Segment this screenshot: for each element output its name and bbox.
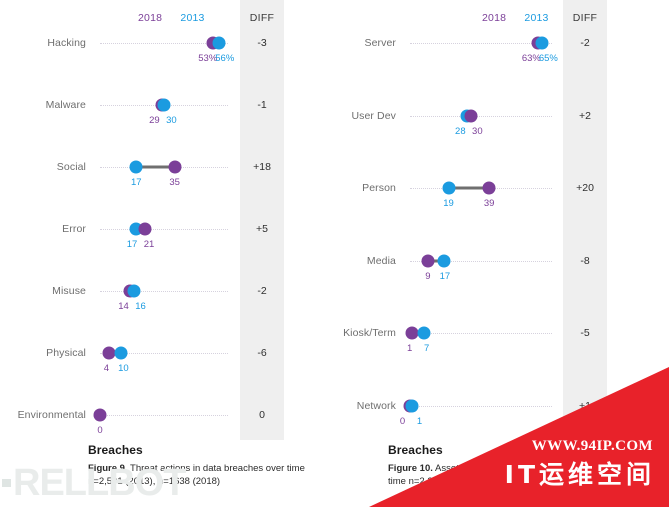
- value-label-2013: 30: [166, 115, 177, 126]
- diff-header-right: DIFF: [572, 12, 598, 24]
- diff-value: +2: [579, 109, 591, 122]
- data-point-2013: [405, 399, 419, 412]
- value-label-2018: 0: [399, 415, 406, 427]
- value-label-2013: 19: [443, 198, 454, 209]
- caption-figure-9: Breaches Figure 9. Threat actions in dat…: [88, 443, 313, 488]
- value-label-2018: 29: [149, 115, 160, 126]
- diff-value: -3: [257, 37, 267, 49]
- row-gridline: [410, 115, 552, 118]
- value-label-2013: 65%: [538, 53, 558, 64]
- legend-item-2018: 2018: [138, 12, 163, 24]
- row-category-label: Kiosk/Term: [343, 327, 396, 339]
- value-label-2018: 21: [143, 239, 155, 250]
- row-category-label: Physical: [46, 347, 86, 359]
- value-label-2018: 4: [103, 363, 110, 374]
- value-label-2018: 1: [406, 343, 413, 354]
- row-category-label: Person: [362, 182, 396, 194]
- data-point-2013: [437, 254, 451, 267]
- value-label-2018: 0: [97, 425, 103, 436]
- legend-right: 2018 2013: [482, 12, 549, 24]
- data-point-2013: [442, 181, 456, 195]
- diff-value: +20: [576, 182, 594, 194]
- row-gridline: [100, 415, 228, 417]
- caption-text-10: Figure 10. Asset categories in data brea…: [388, 463, 613, 488]
- data-point-2013: [535, 36, 549, 50]
- caption-title-9: Breaches: [88, 443, 143, 457]
- diff-header-left: DIFF: [249, 12, 275, 24]
- data-point-2013: [417, 326, 431, 340]
- row-gridline: [100, 291, 228, 293]
- data-point-2018: [421, 254, 435, 267]
- value-label-2013: 28: [455, 125, 466, 137]
- data-point-2018: [464, 109, 478, 122]
- row-category-label: Error: [62, 223, 86, 235]
- row-gridline: [100, 229, 228, 231]
- value-label-2018: 35: [169, 177, 180, 188]
- value-label-2013: 56%: [215, 53, 235, 64]
- row-gridline: [410, 333, 552, 335]
- legend-item-2018-right: 2018: [482, 12, 507, 24]
- caption-text-9: Figure 9. Threat actions in data breache…: [88, 463, 313, 488]
- data-point-2018: [102, 346, 116, 360]
- diff-column-background-left: [240, 0, 284, 440]
- diff-value: +1: [579, 399, 591, 412]
- value-label-2018: 39: [483, 198, 495, 209]
- value-label-2018: 30: [472, 125, 483, 137]
- legend-item-2013: 2013: [180, 12, 205, 24]
- data-point-2018: [168, 160, 182, 174]
- row-category-label: Server: [364, 37, 396, 49]
- data-point-2018: [405, 326, 419, 340]
- value-label-2013: 16: [135, 301, 146, 312]
- row-category-label: Environmental: [17, 409, 86, 421]
- legend-left: 2018 2013: [138, 12, 205, 24]
- value-label-2013: 17: [439, 270, 451, 282]
- row-category-label: Media: [366, 254, 396, 267]
- row-gridline: [410, 405, 552, 408]
- value-label-2013: 17: [126, 239, 138, 250]
- data-point-2013: [157, 98, 171, 112]
- row-category-label: Misuse: [52, 285, 86, 297]
- diff-value: -8: [580, 254, 590, 267]
- data-point-2013: [127, 284, 141, 298]
- diff-value: -6: [257, 347, 267, 359]
- diff-value: -5: [580, 327, 590, 339]
- caption-figure-10: Breaches Figure 10. Asset categories in …: [388, 443, 613, 488]
- value-label-2013: 17: [130, 177, 142, 188]
- caption-label-9: Figure 9.: [88, 463, 128, 474]
- diff-value: 0: [259, 409, 265, 421]
- diff-value: -2: [580, 37, 590, 49]
- diff-value: -1: [257, 99, 267, 111]
- legend-item-2013-right: 2013: [524, 12, 549, 24]
- caption-title-10: Breaches: [388, 443, 443, 457]
- row-category-label: Network: [356, 399, 396, 412]
- value-label-2013: 10: [118, 363, 129, 374]
- diff-value: +5: [256, 223, 268, 235]
- value-label-2018: 9: [425, 270, 431, 282]
- data-point-2013: [129, 160, 143, 174]
- value-label-2018: 14: [118, 301, 129, 312]
- diff-value: +18: [253, 161, 271, 173]
- value-label-2013: 1: [416, 415, 423, 427]
- row-category-label: User Dev: [351, 109, 396, 122]
- row-category-label: Malware: [45, 99, 86, 111]
- diff-value: -2: [257, 285, 267, 297]
- diff-column-background-right: [563, 0, 607, 440]
- caption-label-10: Figure 10.: [388, 463, 433, 474]
- data-point-2018: [93, 408, 107, 422]
- data-point-2018: [482, 181, 496, 195]
- value-label-2013: 7: [423, 343, 430, 354]
- chart-panel-threat-actions: 2018 2013 DIFF Hacking 53% 56% -3 Malware 29 3…: [0, 0, 330, 507]
- row-category-label: Hacking: [47, 37, 86, 49]
- data-point-2013: [114, 346, 128, 360]
- figure-page: 2018 2013 DIFF Hacking 53% 56% -3 Malware 29 3…: [0, 0, 669, 507]
- data-point-2013: [212, 36, 226, 50]
- data-point-2018: [138, 222, 152, 236]
- row-category-label: Social: [56, 161, 86, 173]
- chart-panel-asset-categories: 2018 2013 DIFF Server 63% 65% -2 User Dev 30 2…: [330, 0, 669, 507]
